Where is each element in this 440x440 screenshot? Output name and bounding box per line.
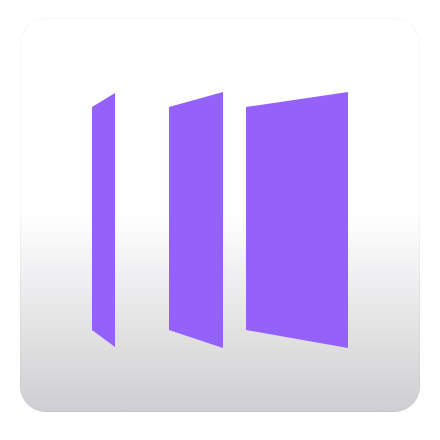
panels-logo-icon: [92, 92, 348, 348]
logo-panel-large: [246, 92, 348, 348]
icon-canvas: [0, 0, 440, 440]
logo-panel-medium: [169, 92, 223, 348]
logo-panel-small: [92, 93, 115, 347]
app-icon[interactable]: [20, 18, 420, 412]
